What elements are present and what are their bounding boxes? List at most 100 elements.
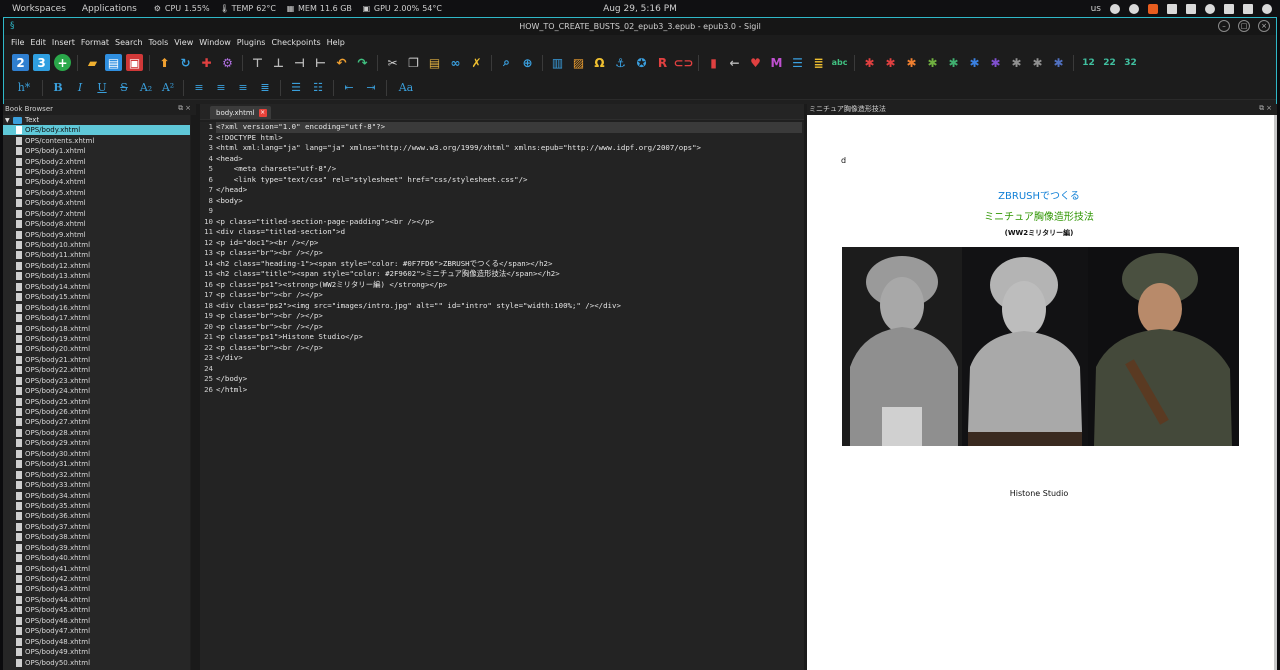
file-item[interactable]: OPS/body30.xhtml [3, 449, 190, 459]
underline-button[interactable]: U [93, 80, 111, 96]
code-line[interactable]: <h2 class="heading-1"><span style="color… [216, 259, 802, 270]
plugin-6-icon[interactable]: ✱ [966, 54, 983, 71]
tab-body-xhtml[interactable]: body.xhtml × [210, 106, 271, 119]
menu-tools[interactable]: Tools [146, 38, 172, 47]
code-line[interactable]: <body> [216, 196, 802, 207]
file-item[interactable]: OPS/body38.xhtml [3, 532, 190, 542]
align-left-icon[interactable]: ≡ [190, 80, 208, 96]
change-case-dropdown[interactable]: Aa [393, 80, 419, 96]
gear-icon[interactable]: ⚙ [219, 54, 236, 71]
image-icon[interactable]: ▨ [570, 54, 587, 71]
cut-icon[interactable]: ✂ [384, 54, 401, 71]
level-2-2-icon[interactable]: 22 [1101, 54, 1118, 71]
sort-icon[interactable]: ≣ [810, 54, 827, 71]
file-item[interactable]: OPS/body34.xhtml [3, 490, 190, 500]
code-line[interactable]: <html xml:lang="ja" lang="ja" xmlns="htt… [216, 143, 802, 154]
code-line[interactable]: <link type="text/css" rel="stylesheet" h… [216, 175, 802, 186]
code-line[interactable]: </head> [216, 185, 802, 196]
file-item[interactable]: OPS/body50.xhtml [3, 657, 190, 667]
file-item[interactable]: OPS/body24.xhtml [3, 386, 190, 396]
file-item[interactable]: OPS/body32.xhtml [3, 469, 190, 479]
menu-plugins[interactable]: Plugins [234, 38, 269, 47]
refresh-icon[interactable]: ↻ [177, 54, 194, 71]
m-icon[interactable]: M [768, 54, 785, 71]
plugin-10-icon[interactable]: ✱ [1050, 54, 1067, 71]
file-item[interactable]: OPS/body26.xhtml [3, 407, 190, 417]
code-line[interactable]: </html> [216, 385, 802, 396]
code-line[interactable]: </div> [216, 353, 802, 364]
file-item[interactable]: OPS/body15.xhtml [3, 292, 190, 302]
epub3-icon[interactable]: 3 [33, 54, 50, 71]
file-item[interactable]: OPS/body48.xhtml [3, 636, 190, 646]
file-item[interactable]: OPS/body13.xhtml [3, 271, 190, 281]
add-above-icon[interactable]: ⊤ [249, 54, 266, 71]
level-3-2-icon[interactable]: 32 [1122, 54, 1139, 71]
file-item[interactable]: OPS/body20.xhtml [3, 344, 190, 354]
menu-file[interactable]: File [8, 38, 27, 47]
workspaces-menu[interactable]: Workspaces [6, 4, 72, 14]
menu-window[interactable]: Window [196, 38, 234, 47]
file-item[interactable]: OPS/body42.xhtml [3, 574, 190, 584]
menu-search[interactable]: Search [112, 38, 145, 47]
menu-checkpoints[interactable]: Checkpoints [268, 38, 323, 47]
code-line[interactable]: <meta charset="utf-8"/> [216, 164, 802, 175]
power-icon[interactable] [1262, 3, 1272, 14]
heart-icon[interactable]: ♥ [747, 54, 764, 71]
rss-icon[interactable] [1148, 3, 1158, 14]
file-item[interactable]: OPS/body21.xhtml [3, 355, 190, 365]
code-line[interactable]: <p class="titled-section-page-padding"><… [216, 217, 802, 228]
code-line[interactable]: <div class="ps2"><img src="images/intro.… [216, 301, 802, 312]
align-justify-icon[interactable]: ≣ [256, 80, 274, 96]
split-icon[interactable]: ▥ [549, 54, 566, 71]
menu-help[interactable]: Help [324, 38, 348, 47]
file-item[interactable]: OPS/body16.xhtml [3, 302, 190, 312]
align-center-icon[interactable]: ≡ [212, 80, 230, 96]
file-item[interactable]: OPS/body10.xhtml [3, 240, 190, 250]
link-icon[interactable]: ∞ [447, 54, 464, 71]
r-icon[interactable]: R [654, 54, 671, 71]
file-item[interactable]: OPS/body11.xhtml [3, 250, 190, 260]
plugin-3-icon[interactable]: ✱ [903, 54, 920, 71]
plugin-2-icon[interactable]: ✱ [882, 54, 899, 71]
file-item[interactable]: OPS/body33.xhtml [3, 480, 190, 490]
paste-icon[interactable]: ▤ [426, 54, 443, 71]
file-item[interactable]: OPS/body2.xhtml [3, 156, 190, 166]
copy-icon[interactable]: ❐ [405, 54, 422, 71]
applications-menu[interactable]: Applications [76, 4, 143, 14]
file-item[interactable]: OPS/body7.xhtml [3, 209, 190, 219]
remove-icon[interactable]: ⊣ [291, 54, 308, 71]
file-item[interactable]: OPS/body36.xhtml [3, 511, 190, 521]
menu-format[interactable]: Format [78, 38, 112, 47]
new-file-icon[interactable]: + [54, 54, 71, 71]
plugin-1-icon[interactable]: ✱ [861, 54, 878, 71]
close-icon[interactable]: × [258, 108, 267, 117]
omega-icon[interactable]: Ω [591, 54, 608, 71]
menu-view[interactable]: View [171, 38, 196, 47]
file-item[interactable]: OPS/body39.xhtml [3, 543, 190, 553]
file-item[interactable]: OPS/body46.xhtml [3, 616, 190, 626]
zoom-icon[interactable]: ⊕ [519, 54, 536, 71]
file-item[interactable]: OPS/body47.xhtml [3, 626, 190, 636]
file-item[interactable]: OPS/body1.xhtml [3, 146, 190, 156]
pane-controls[interactable]: ⧉× [1259, 104, 1274, 113]
code-line[interactable]: <?xml version="1.0" encoding="utf-8"?> [216, 122, 802, 133]
notes-icon[interactable] [1167, 3, 1177, 14]
strikethrough-button[interactable]: S [115, 80, 133, 96]
code-line[interactable]: <p class="ps1"><strong>(WW2ミリタリー編) </str… [216, 280, 802, 291]
code-lines[interactable]: <?xml version="1.0" encoding="utf-8"?> <!… [216, 122, 802, 395]
search-icon[interactable]: ⌕ [498, 54, 515, 71]
code-view[interactable]: 1 2 3 4 5 6 7 8 9 10 11 12 13 14 15 16 17 18 19 20 21 22 23 24 2… [200, 122, 804, 670]
file-item[interactable]: OPS/body8.xhtml [3, 219, 190, 229]
file-item[interactable]: OPS/body17.xhtml [3, 313, 190, 323]
file-item[interactable]: OPS/body22.xhtml [3, 365, 190, 375]
undo-icon[interactable]: ↶ [333, 54, 350, 71]
chain-icon[interactable]: ⊂⊃ [673, 54, 693, 71]
file-item[interactable]: OPS/body9.xhtml [3, 229, 190, 239]
anchor-icon[interactable]: ⚓ [612, 54, 629, 71]
file-item[interactable]: OPS/body41.xhtml [3, 563, 190, 573]
code-line[interactable]: <!DOCTYPE html> [216, 133, 802, 144]
plugin-4-icon[interactable]: ✱ [924, 54, 941, 71]
epub2-icon[interactable]: 2 [12, 54, 29, 71]
preview-page[interactable]: d ZBRUSHでつくる ミニチュア胸像造形技法 (WW2ミリタリー編) His… [807, 115, 1275, 670]
display-icon[interactable] [1224, 3, 1234, 14]
